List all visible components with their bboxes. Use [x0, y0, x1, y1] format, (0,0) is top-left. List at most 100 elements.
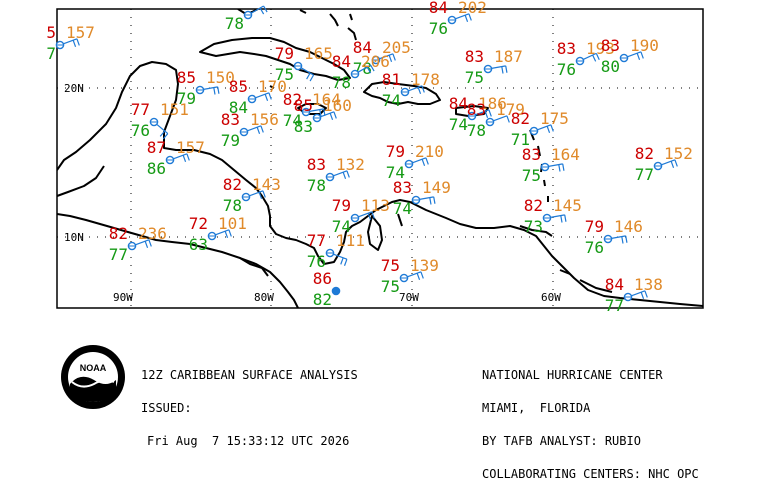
pressure-value: 156	[250, 110, 279, 129]
temperature-value: 83	[557, 39, 576, 58]
dewpoint-value: 77	[109, 245, 128, 264]
temperature-value: 82	[223, 175, 242, 194]
pressure-value: 146	[614, 217, 643, 236]
pressure-value: 157	[66, 23, 95, 42]
pressure-value: 164	[551, 145, 580, 164]
pressure-value: 132	[336, 155, 365, 174]
dewpoint-value: 77	[605, 296, 624, 315]
temperature-value: 87	[147, 138, 166, 157]
temperature-value: 77	[131, 100, 150, 119]
temperature-value: 86	[313, 269, 332, 288]
dewpoint-value: 77	[635, 165, 654, 184]
temperature-value: 84	[605, 275, 624, 294]
calm-station-fill	[332, 287, 340, 295]
pressure-value: 160	[323, 96, 352, 115]
dewpoint-value: 86	[147, 159, 166, 178]
dewpoint-value: 75	[381, 277, 400, 296]
pressure-value: 139	[410, 256, 439, 275]
lat-label-20n: 20N	[64, 82, 84, 95]
dewpoint-value: 83	[294, 117, 313, 136]
pressure-value: 202	[458, 0, 487, 17]
pressure-value: 101	[218, 214, 247, 233]
dewpoint-value: 63	[189, 235, 208, 254]
temperature-value: 84	[429, 0, 448, 17]
pressure-value: 152	[664, 144, 693, 163]
dewpoint-value: 76	[585, 238, 604, 257]
pressure-value: 145	[553, 196, 582, 215]
temperature-value: 82	[524, 196, 543, 215]
dewpoint-value: 74	[382, 91, 401, 110]
dewpoint-value: 73	[524, 217, 543, 236]
noaa-logo-text: NOAA	[80, 363, 107, 373]
temperature-value: 84	[449, 94, 468, 113]
footer-center-block: NATIONAL HURRICANE CENTER MIAMI, FLORIDA…	[482, 348, 699, 491]
lat-label-10n: 10N	[64, 231, 84, 244]
temperature-value: 79	[386, 142, 405, 161]
dewpoint-value: 76	[557, 60, 576, 79]
analysis-title: 12Z CARIBBEAN SURFACE ANALYSIS	[141, 368, 358, 382]
dewpoint-value: 7	[46, 44, 56, 63]
pressure-value: 113	[361, 196, 390, 215]
temperature-value: 77	[307, 231, 326, 250]
temperature-value: 82	[109, 224, 128, 243]
dewpoint-value: 74	[393, 199, 412, 218]
pressure-value: 178	[411, 70, 440, 89]
pressure-value: 149	[422, 178, 451, 197]
pressure-value: 151	[160, 100, 189, 119]
lon-label-70w: 70W	[399, 291, 419, 304]
dewpoint-value: 75	[465, 68, 484, 87]
lon-label-60w: 60W	[541, 291, 561, 304]
dewpoint-value: 78	[467, 121, 486, 140]
temperature-value: 85	[294, 96, 313, 115]
pressure-value: 143	[252, 175, 281, 194]
temperature-value: 82	[635, 144, 654, 163]
temperature-value: 75	[381, 256, 400, 275]
temperature-value: 83	[522, 145, 541, 164]
dewpoint-value: 78	[223, 196, 242, 215]
temperature-value: 85	[229, 77, 248, 96]
temperature-value: 84	[332, 52, 351, 71]
temperature-value: 79	[332, 196, 351, 215]
dewpoint-value: 76	[429, 19, 448, 38]
temperature-value: 83	[393, 178, 412, 197]
analyst-line: BY TAFB ANALYST: RUBIO	[482, 434, 641, 448]
collaborating-centers: COLLABORATING CENTERS: NHC OPC	[482, 467, 699, 481]
surface-analysis-map: 90W 80W 70W 60W 20N 10N 78 5 157 7 84 202 76 79…	[46, 0, 704, 315]
temperature-value: 83	[307, 155, 326, 174]
temperature-value: 83	[465, 47, 484, 66]
temperature-value: 79	[585, 217, 604, 236]
dewpoint-value: 80	[601, 57, 620, 76]
center-location: MIAMI, FLORIDA	[482, 401, 591, 415]
pressure-value: 175	[540, 109, 569, 128]
lon-label-90w: 90W	[113, 291, 133, 304]
pressure-value: 190	[630, 36, 659, 55]
dewpoint-value: 78	[225, 14, 244, 33]
center-name: NATIONAL HURRICANE CENTER	[482, 368, 663, 382]
temperature-value: 79	[275, 44, 294, 63]
lon-label-80w: 80W	[254, 291, 274, 304]
issued-time: Fri Aug 7 15:33:12 UTC 2026	[147, 434, 350, 448]
pressure-value: 210	[415, 142, 444, 161]
pressure-value: 111	[336, 231, 365, 250]
pressure-value: 157	[176, 138, 205, 157]
dewpoint-value: 74	[449, 115, 468, 134]
pressure-value: 206	[361, 52, 390, 71]
temperature-value: 83	[467, 100, 486, 119]
pressure-value: 236	[138, 224, 167, 243]
noaa-logo: NOAA	[61, 345, 125, 409]
issued-label: ISSUED:	[141, 401, 192, 415]
dewpoint-value: 75	[522, 166, 541, 185]
dewpoint-value: 78	[307, 176, 326, 195]
temperature-value: 83	[601, 36, 620, 55]
dewpoint-value: 79	[221, 131, 240, 150]
temperature-value: 85	[177, 68, 196, 87]
footer-title-block: 12Z CARIBBEAN SURFACE ANALYSIS ISSUED: F…	[141, 348, 358, 458]
temperature-value: 81	[382, 70, 401, 89]
pressure-value: 138	[634, 275, 663, 294]
pressure-value: 165	[304, 44, 333, 63]
temperature-value: 72	[189, 214, 208, 233]
dewpoint-value: 82	[313, 290, 332, 309]
temperature-value: 82	[511, 109, 530, 128]
temperature-value: 5	[46, 23, 56, 42]
temperature-value: 83	[221, 110, 240, 129]
